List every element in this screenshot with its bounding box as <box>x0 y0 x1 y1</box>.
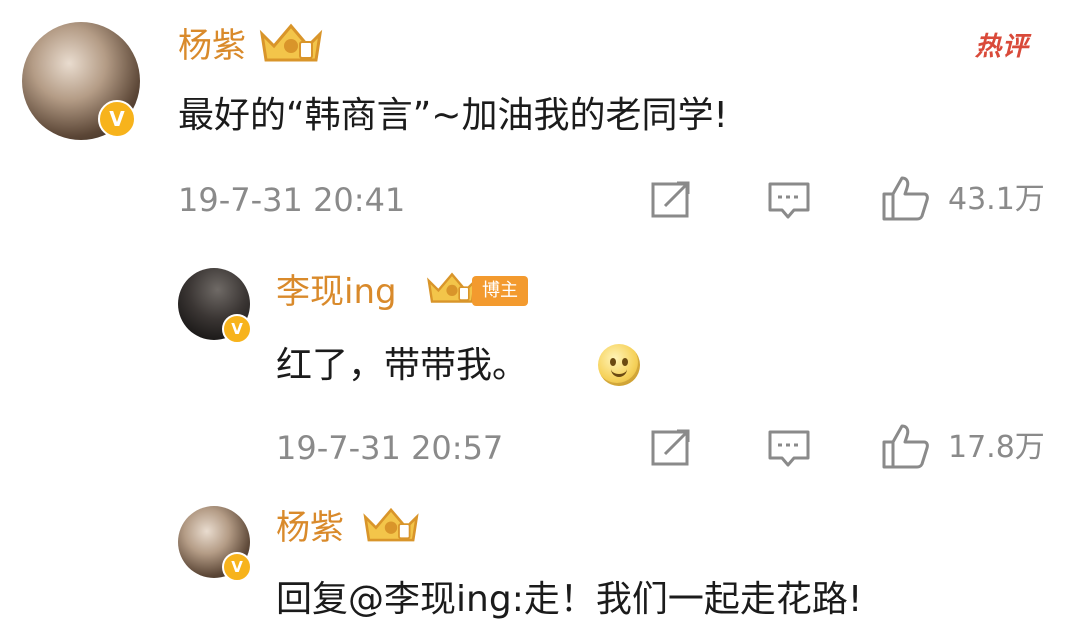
comment-content: 最好的“韩商言”~加油我的老同学! <box>178 95 728 136</box>
like-icon[interactable] <box>880 174 930 222</box>
blogger-tag: 博主 <box>472 276 528 306</box>
like-icon[interactable] <box>880 422 930 470</box>
reply-text: :走！我们一起走花路! <box>511 579 863 620</box>
mention-link[interactable]: @李现ing <box>348 579 512 620</box>
comment-content: 回复@李现ing:走！我们一起走花路! <box>276 578 862 622</box>
like-count: 43.1万 <box>948 182 1045 217</box>
comment-content: 红了，带带我。 <box>276 345 529 386</box>
crown-icon <box>363 507 419 542</box>
username[interactable]: 杨紫 <box>178 26 246 66</box>
smile-emoji-icon <box>598 344 640 386</box>
comment-icon[interactable] <box>766 428 812 470</box>
forward-icon[interactable] <box>650 180 694 220</box>
reply-prefix: 回复 <box>276 579 349 620</box>
comment-icon[interactable] <box>766 180 812 222</box>
forward-icon[interactable] <box>650 428 694 468</box>
like-count: 17.8万 <box>948 430 1045 465</box>
username[interactable]: 杨紫 <box>276 508 344 548</box>
timestamp: 19-7-31 20:57 <box>276 429 504 467</box>
hot-comment-badge: 热评 <box>975 32 1030 62</box>
crown-icon <box>259 23 323 62</box>
username[interactable]: 李现ing <box>276 272 397 312</box>
verified-badge-icon: V <box>222 552 252 582</box>
verified-badge-icon: V <box>222 314 252 344</box>
verified-badge-icon: V <box>98 100 136 138</box>
timestamp: 19-7-31 20:41 <box>178 181 406 219</box>
